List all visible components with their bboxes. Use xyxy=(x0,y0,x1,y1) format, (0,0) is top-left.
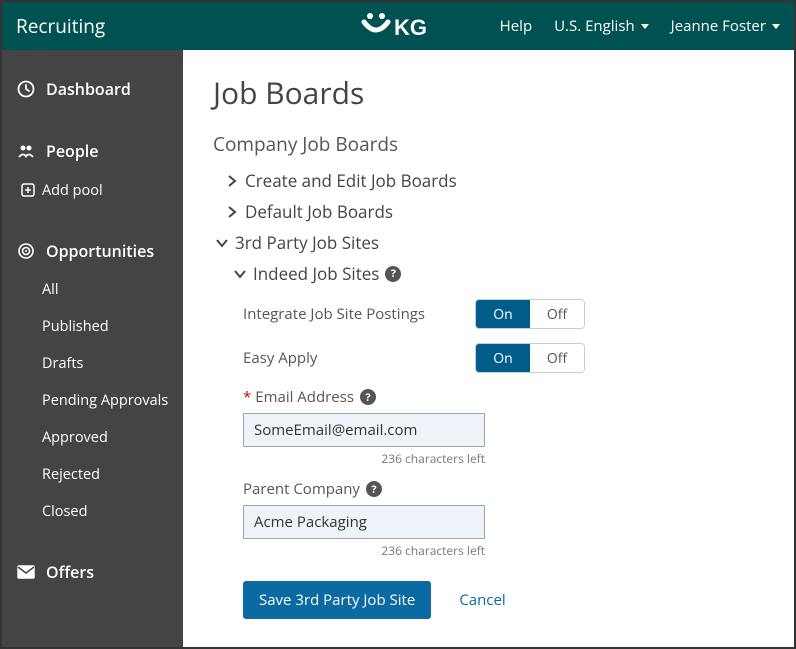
collapsible-default-boards[interactable]: Default Job Boards xyxy=(223,200,764,223)
sidebar-item-people[interactable]: People xyxy=(2,134,183,168)
sidebar-item-opp-approved[interactable]: Approved xyxy=(2,422,183,453)
sidebar-label: Dashboard xyxy=(46,78,131,100)
plus-box-icon xyxy=(20,180,36,200)
collapsible-create-edit[interactable]: Create and Edit Job Boards xyxy=(223,169,764,192)
chevron-down-icon xyxy=(231,269,249,279)
sidebar-item-opp-drafts[interactable]: Drafts xyxy=(2,348,183,379)
sidebar-item-opp-all[interactable]: All xyxy=(2,274,183,305)
collapsible-third-party[interactable]: 3rd Party Job Sites xyxy=(213,231,764,254)
top-bar: Recruiting KG Help U.S. English Jeanne F… xyxy=(2,2,794,50)
help-icon[interactable]: ? xyxy=(360,389,376,405)
email-chars-left: 236 characters left xyxy=(243,450,485,467)
collapsible-indeed[interactable]: Indeed Job Sites ? xyxy=(231,262,764,285)
sidebar-item-offers[interactable]: Offers xyxy=(2,555,183,589)
sidebar-item-opp-published[interactable]: Published xyxy=(2,311,183,342)
locale-dropdown[interactable]: U.S. English xyxy=(554,16,649,36)
chevron-right-icon xyxy=(223,206,241,218)
ukg-logo: KG xyxy=(358,10,438,42)
section-company-boards: Company Job Boards xyxy=(213,131,764,157)
integrate-toggle[interactable]: On Off xyxy=(475,299,585,329)
chevron-right-icon xyxy=(223,175,241,187)
envelope-icon xyxy=(16,562,36,582)
toggle-on[interactable]: On xyxy=(476,344,530,372)
toggle-off[interactable]: Off xyxy=(530,300,584,328)
help-link[interactable]: Help xyxy=(500,16,532,36)
page-title: Job Boards xyxy=(213,72,764,113)
user-menu[interactable]: Jeanne Foster xyxy=(671,16,780,36)
sidebar-label: Add pool xyxy=(42,181,103,200)
sidebar-item-dashboard[interactable]: Dashboard xyxy=(2,72,183,106)
sidebar-item-opportunities[interactable]: Opportunities xyxy=(2,234,183,268)
help-icon[interactable]: ? xyxy=(385,266,401,282)
help-icon[interactable]: ? xyxy=(366,481,382,497)
parent-company-label: Parent Company xyxy=(243,479,360,499)
email-label: Email Address xyxy=(255,387,354,407)
sidebar: Dashboard People Add pool Opportunities … xyxy=(2,50,183,647)
svg-text:KG: KG xyxy=(394,15,427,40)
sidebar-item-add-pool[interactable]: Add pool xyxy=(2,174,183,206)
integrate-label: Integrate Job Site Postings xyxy=(243,304,475,324)
sidebar-label: Offers xyxy=(46,561,94,583)
email-field[interactable] xyxy=(243,413,485,447)
people-icon xyxy=(16,141,36,161)
easy-apply-toggle[interactable]: On Off xyxy=(475,343,585,373)
sidebar-item-opp-rejected[interactable]: Rejected xyxy=(2,459,183,490)
sidebar-item-opp-closed[interactable]: Closed xyxy=(2,496,183,527)
sidebar-label: Opportunities xyxy=(46,240,154,262)
parent-chars-left: 236 characters left xyxy=(243,542,485,559)
save-button[interactable]: Save 3rd Party Job Site xyxy=(243,581,431,619)
app-name: Recruiting xyxy=(16,13,105,39)
toggle-off[interactable]: Off xyxy=(530,344,584,372)
main-content: Job Boards Company Job Boards Create and… xyxy=(183,50,794,647)
required-mark: * xyxy=(243,387,251,407)
sidebar-label: People xyxy=(46,140,98,162)
chevron-down-icon xyxy=(213,238,231,248)
sidebar-item-opp-pending[interactable]: Pending Approvals xyxy=(2,385,183,416)
clock-icon xyxy=(16,79,36,99)
toggle-on[interactable]: On xyxy=(476,300,530,328)
easy-apply-label: Easy Apply xyxy=(243,348,475,368)
parent-company-field[interactable] xyxy=(243,505,485,539)
target-icon xyxy=(16,241,36,261)
cancel-link[interactable]: Cancel xyxy=(459,590,505,610)
